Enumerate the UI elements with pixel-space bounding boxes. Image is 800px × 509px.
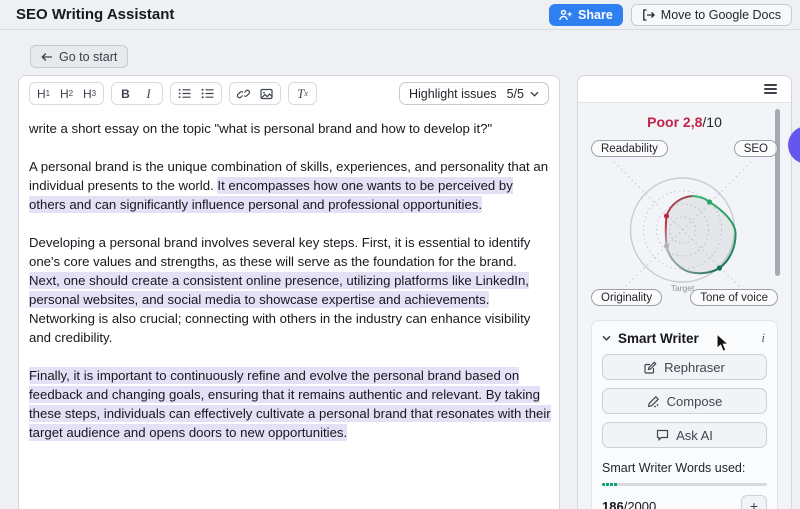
clear-formatting-button[interactable]: Tx: [291, 84, 314, 103]
readability-pill[interactable]: Readability: [591, 140, 668, 157]
smart-writer-title: Smart Writer: [618, 331, 699, 346]
heading-group: H1 H2 H3: [29, 82, 104, 105]
heading2-button[interactable]: H2: [55, 84, 78, 103]
share-button[interactable]: Share: [549, 4, 623, 26]
radar-labels-top: Readability SEO: [591, 140, 778, 157]
smart-writer-header[interactable]: Smart Writer i: [602, 330, 767, 346]
sidebar-scrollbar[interactable]: [775, 109, 780, 276]
words-progress-fill: [602, 483, 617, 486]
score-rating: Poor: [647, 114, 679, 130]
smart-writer-card: Smart Writer i Rephraser: [591, 320, 778, 509]
highlighted-text: Finally, it is important to continuously…: [29, 367, 551, 441]
ordered-list-button[interactable]: [173, 84, 196, 103]
edit-icon: [644, 361, 657, 374]
highlight-issues-count: 5/5: [507, 87, 524, 101]
chevron-down-icon: [602, 335, 611, 341]
sidebar-header: [578, 76, 791, 103]
text-segment: Networking is also crucial; connecting w…: [29, 311, 530, 345]
tone-point: [717, 265, 722, 270]
editor-paragraph[interactable]: A personal brand is the unique combinati…: [29, 157, 551, 214]
highlight-issues-dropdown[interactable]: Highlight issues 5/5: [399, 82, 549, 105]
export-icon: [642, 9, 655, 21]
seo-writing-assistant-app: SEO Writing Assistant Share Move to Goog…: [0, 0, 800, 509]
editor-toolbar: H1 H2 H3 B I: [19, 76, 559, 110]
words-total-value: /2000: [624, 499, 657, 509]
score-max: /10: [702, 114, 721, 130]
overall-score: Poor 2,8/10: [591, 114, 778, 130]
add-words-button[interactable]: +: [741, 495, 767, 509]
score-radar-chart: Target: [588, 157, 781, 307]
pencil-sparkle-icon: [647, 395, 660, 408]
move-to-google-docs-button[interactable]: Move to Google Docs: [631, 4, 792, 26]
top-bar: SEO Writing Assistant Share Move to Goog…: [0, 0, 800, 30]
go-to-start-button[interactable]: Go to start: [30, 45, 128, 68]
compose-button[interactable]: Compose: [602, 388, 767, 414]
mouse-cursor: [716, 333, 730, 358]
arrow-left-icon: [41, 52, 53, 62]
image-icon-button[interactable]: [255, 84, 278, 103]
compose-label: Compose: [667, 394, 723, 409]
rephraser-label: Rephraser: [664, 360, 725, 375]
text-segment: write a short essay on the topic "what i…: [29, 121, 492, 136]
chat-bubble-icon: [656, 429, 669, 441]
clear-group: Tx: [288, 82, 317, 105]
ask-ai-label: Ask AI: [676, 428, 713, 443]
heading1-button[interactable]: H1: [32, 84, 55, 103]
words-progress-bar: [602, 483, 767, 486]
highlighted-text: Next, one should create a consistent onl…: [29, 272, 529, 308]
list-group: [170, 82, 222, 105]
bullet-list-button[interactable]: [196, 84, 219, 103]
words-used-label: Smart Writer Words used:: [602, 461, 767, 475]
info-icon[interactable]: i: [761, 330, 767, 346]
move-label: Move to Google Docs: [661, 8, 781, 22]
insert-group: [229, 82, 281, 105]
editor-paragraph[interactable]: Finally, it is important to continuously…: [29, 366, 551, 442]
radar-labels-bottom: Originality Tone of voice: [591, 289, 778, 306]
go-to-start-label: Go to start: [59, 50, 117, 64]
editor-card: H1 H2 H3 B I: [18, 75, 560, 509]
tone-of-voice-pill[interactable]: Tone of voice: [690, 289, 778, 306]
seo-pill[interactable]: SEO: [734, 140, 778, 157]
originality-point: [664, 243, 669, 248]
share-label: Share: [578, 8, 613, 22]
originality-pill[interactable]: Originality: [591, 289, 662, 306]
rephraser-button[interactable]: Rephraser: [602, 354, 767, 380]
sidebar-body: Poor 2,8/10 Readability SEO: [578, 103, 791, 509]
italic-button[interactable]: I: [137, 84, 160, 103]
ask-ai-button[interactable]: Ask AI: [602, 422, 767, 448]
seo-point: [707, 199, 712, 204]
link-icon-button[interactable]: [232, 84, 255, 103]
heading3-button[interactable]: H3: [78, 84, 101, 103]
score-sidebar: Poor 2,8/10 Readability SEO: [577, 75, 792, 509]
words-used-value: 186: [602, 499, 624, 509]
highlight-issues-label: Highlight issues: [409, 87, 501, 101]
editor-paragraph[interactable]: write a short essay on the topic "what i…: [29, 119, 551, 138]
format-group: B I: [111, 82, 163, 105]
user-plus-icon: [559, 9, 572, 21]
page-title: SEO Writing Assistant: [16, 6, 549, 23]
score-value: 2,8: [683, 114, 702, 130]
editor-paragraph[interactable]: Developing a personal brand involves sev…: [29, 233, 551, 347]
menu-icon[interactable]: [764, 84, 777, 94]
chevron-down-icon: [530, 91, 539, 97]
editor-content[interactable]: write a short essay on the topic "what i…: [19, 110, 559, 442]
words-count-row: 186/2000 +: [602, 495, 767, 509]
bold-button[interactable]: B: [114, 84, 137, 103]
readability-point: [664, 213, 669, 218]
text-segment: Developing a personal brand involves sev…: [29, 235, 530, 269]
